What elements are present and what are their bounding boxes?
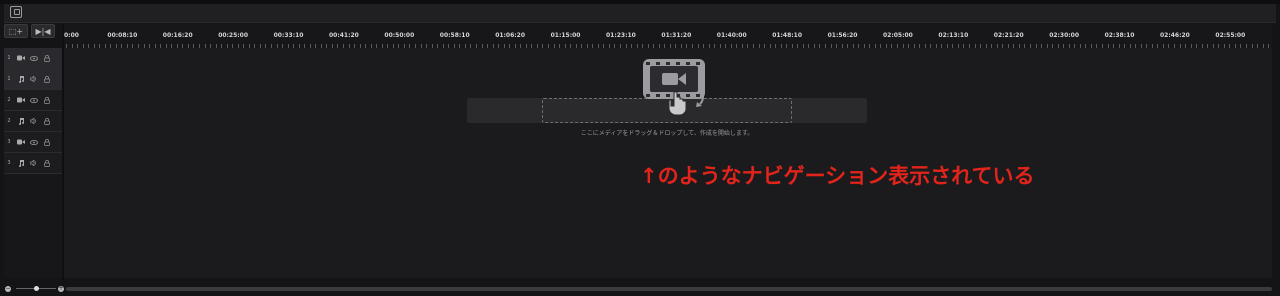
video-track-icon[interactable] <box>14 137 27 147</box>
lock-icon[interactable] <box>40 95 53 105</box>
mute-icon[interactable] <box>27 158 40 168</box>
ruler-label: 02:38:10 <box>1104 32 1135 39</box>
ruler-label: 02:46:20 <box>1160 32 1190 39</box>
import-icon[interactable] <box>10 6 22 18</box>
visibility-icon[interactable] <box>27 137 40 147</box>
horizontal-scrollbar[interactable] <box>66 287 1272 291</box>
mute-icon[interactable] <box>27 74 40 84</box>
track-list: 1 1 2 2 3 3 <box>4 48 62 174</box>
lock-icon[interactable] <box>40 158 53 168</box>
add-track-button[interactable]: ⬚+ <box>4 24 28 38</box>
ruler-label: 01:48:10 <box>772 32 803 39</box>
lock-icon[interactable] <box>40 53 53 63</box>
lock-icon[interactable] <box>40 74 53 84</box>
ruler-label: 01:56:20 <box>827 32 858 39</box>
split-button[interactable]: ▶|◀ <box>31 24 55 38</box>
ruler-label: 02:30:00 <box>1049 32 1080 39</box>
video-track-icon[interactable] <box>14 53 27 63</box>
track-number: 1 <box>7 76 11 82</box>
track-row-video[interactable]: 3 <box>4 132 62 153</box>
ruler-label: 01:31:20 <box>661 32 692 39</box>
ruler-label: 00:08:10 <box>107 32 138 39</box>
ruler-label: 00:41:20 <box>329 32 359 39</box>
panel-divider[interactable] <box>62 24 64 280</box>
ruler-label: 01:15:00 <box>550 32 581 39</box>
track-number: 1 <box>7 55 11 61</box>
ruler-label: 0:00 <box>64 32 79 39</box>
visibility-icon[interactable] <box>27 95 40 105</box>
track-number: 3 <box>7 139 11 145</box>
top-toolbar <box>4 4 1276 23</box>
track-row-audio[interactable]: 1 <box>4 69 62 90</box>
ruler-label: 02:05:00 <box>883 32 913 39</box>
ruler-label: 01:06:20 <box>495 32 526 39</box>
lock-icon[interactable] <box>40 137 53 147</box>
annotation-text: ↑のようなナビゲーション表示されている <box>640 164 1035 188</box>
drop-hint-text: ここにメディアをドラッグ＆ドロップして、作成を開始します。 <box>580 130 754 137</box>
ruler-label: 00:58:10 <box>439 32 470 39</box>
ruler-label: 02:21:20 <box>993 32 1024 39</box>
ruler-label: 00:50:00 <box>384 32 415 39</box>
audio-track-icon[interactable] <box>14 116 27 126</box>
zoom-in-icon[interactable]: + <box>58 286 64 292</box>
visibility-icon[interactable] <box>27 53 40 63</box>
track-row-video[interactable]: 1 <box>4 48 62 69</box>
zoom-out-icon[interactable]: − <box>5 286 11 292</box>
track-number: 2 <box>7 118 11 124</box>
ruler-label: 01:23:10 <box>606 32 636 39</box>
ruler-label: 02:55:00 <box>1215 32 1246 39</box>
ruler-label: 02:13:10 <box>938 32 969 39</box>
ruler-label: 00:16:20 <box>162 32 193 39</box>
timeline-tools: ⬚+ ▶|◀ <box>4 24 62 40</box>
video-drag-icon <box>643 59 705 116</box>
ruler-label: 01:40:00 <box>716 32 747 39</box>
audio-track-icon[interactable] <box>14 158 27 168</box>
track-row-audio[interactable]: 2 <box>4 111 62 132</box>
track-number: 3 <box>7 160 11 166</box>
video-track-icon[interactable] <box>14 95 27 105</box>
track-number: 2 <box>7 97 11 103</box>
lock-icon[interactable] <box>40 116 53 126</box>
track-row-video[interactable]: 2 <box>4 90 62 111</box>
time-ruler[interactable]: 0:00 00:08:10 00:16:20 00:25:00 00:33:10 00:4… <box>64 24 1272 48</box>
mute-icon[interactable] <box>27 116 40 126</box>
track-row-audio[interactable]: 3 <box>4 153 62 174</box>
ruler-label: 00:25:00 <box>218 32 249 39</box>
audio-track-icon[interactable] <box>14 74 27 84</box>
zoom-slider-knob[interactable] <box>34 286 39 291</box>
ruler-label: 00:33:10 <box>273 32 304 39</box>
